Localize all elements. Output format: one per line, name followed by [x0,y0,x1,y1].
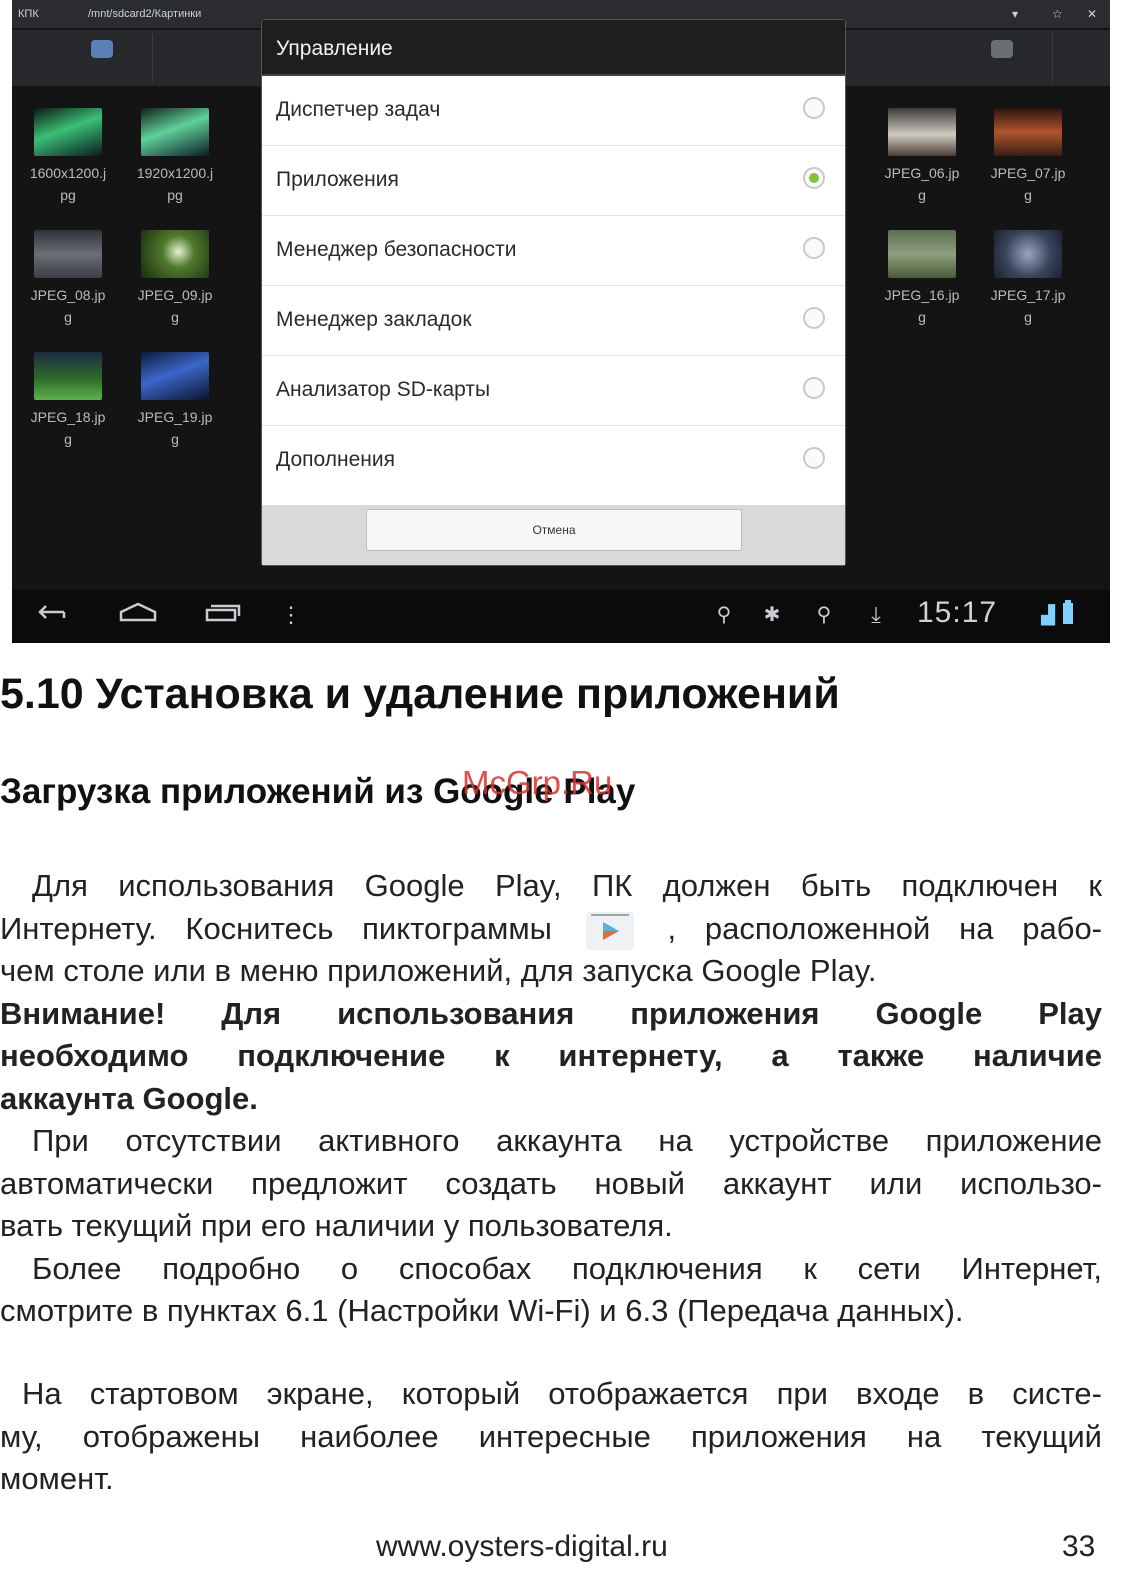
option-sd-analyzer[interactable]: Анализатор SD-карты [262,356,845,426]
option-label: Приложения [276,168,399,191]
close-icon[interactable]: ✕ [1087,0,1097,28]
battery-icon [1060,600,1076,634]
image-preview [994,108,1062,156]
dialog-title: Управление [262,20,845,76]
page-number: 33 [1062,1530,1096,1563]
file-name: JPEG_07.jp g [990,165,1066,203]
text-line: Более подробно о способах подключения к … [32,1250,1102,1286]
image-preview [34,108,102,156]
file-name: JPEG_09.jp g [137,287,213,325]
radio-button-selected[interactable] [803,167,825,189]
signal-icon: ▟ [1041,605,1055,625]
option-label: Менеджер безопасности [276,238,517,261]
more-button[interactable] [952,34,1053,82]
warning-line: аккаунта Google. [0,1080,258,1116]
android-debug-icon: ✱ [763,604,781,626]
section-heading: 5.10 Установка и удаление приложений [0,670,840,718]
dialog-footer: Отмена [262,505,845,565]
file-thumbnail[interactable]: 1920x1200.j pg [127,108,223,206]
dropdown-icon[interactable]: ▾ [1012,0,1018,28]
app-label[interactable]: КПК [18,0,39,28]
toolbar-button[interactable] [152,34,252,82]
option-label: Анализатор SD-карты [276,378,491,401]
file-thumbnail[interactable]: JPEG_16.jp g [874,230,970,328]
manage-dialog: Управление Диспетчер задач Приложения Ме… [262,20,845,565]
text-line-with-icon: Интернету. Коснитесь пиктограммы , распо… [0,908,1102,951]
radio-button[interactable] [803,307,825,329]
usb-icon: ⚲ [816,604,832,626]
file-name: JPEG_16.jp g [884,287,960,325]
file-name: JPEG_17.jp g [990,287,1066,325]
option-security-manager[interactable]: Менеджер безопасности [262,216,845,286]
file-name: JPEG_18.jp g [30,409,106,447]
text-fragment: , расположенной на рабо- [667,910,1103,946]
image-preview [141,352,209,400]
text-line: Для использования Google Play, ПК должен… [32,868,1102,903]
usb-icon: ⚲ [716,604,732,626]
google-play-icon [581,910,639,951]
text-line: вать текущий при его наличии у пользоват… [0,1208,673,1244]
warning-line: Внимание! Для использования приложения G… [0,995,1102,1031]
text-line: смотрите в пунктах 6.1 (Настройки Wi-Fi)… [0,1293,964,1329]
menu-icon[interactable]: ⋮ [280,600,302,630]
radio-button[interactable] [803,237,825,259]
menu-icon [991,40,1013,58]
file-thumbnail[interactable]: JPEG_18.jp g [20,352,116,450]
text-fragment: Интернету. Коснитесь пиктограммы [0,910,552,946]
option-label: Менеджер закладок [276,308,472,331]
option-label: Диспетчер задач [276,98,441,121]
text-line: При отсутствии активного аккаунта на уст… [32,1123,1102,1159]
text-line: момент. [0,1461,114,1496]
image-preview [141,108,209,156]
radio-button[interactable] [803,377,825,399]
watermark: McGrp.Ru [462,764,613,801]
favorites-icon [91,40,113,58]
warning-line: необходимо подключение к интернету, а та… [0,1038,1102,1074]
file-thumbnail[interactable]: JPEG_17.jp g [980,230,1076,328]
system-navigation-bar: ⋮ ⚲ ✱ ⚲ ⤓ 15:17 ▟ [12,590,1110,643]
image-preview [888,108,956,156]
option-label: Дополнения [276,448,395,471]
file-name: JPEG_19.jp g [137,409,213,447]
file-thumbnail[interactable]: JPEG_19.jp g [127,352,223,450]
device-screenshot: КПК /mnt/sdcard2/Картинки ▾ ☆ ✕ 1600x120… [12,0,1110,643]
file-thumbnail[interactable]: JPEG_07.jp g [980,108,1076,206]
text-line: На стартовом экране, который отображаетс… [22,1376,1102,1411]
file-thumbnail[interactable]: 1600x1200.j pg [20,108,116,206]
radio-button[interactable] [803,97,825,119]
file-thumbnail[interactable]: JPEG_09.jp g [127,230,223,328]
image-preview [994,230,1062,278]
file-thumbnail[interactable]: JPEG_06.jp g [874,108,970,206]
option-applications[interactable]: Приложения [262,146,845,216]
file-name: JPEG_08.jp g [30,287,106,325]
path-breadcrumb[interactable]: /mnt/sdcard2/Картинки [88,0,201,28]
file-name: JPEG_06.jp g [884,165,960,203]
status-time: 15:17 [917,596,998,629]
star-icon[interactable]: ☆ [1052,0,1063,28]
download-icon: ⤓ [871,602,881,627]
paragraph-start-screen: На стартовом экране, который отображаетс… [0,1373,1102,1501]
text-line: чем столе или в меню приложений, для зап… [0,953,877,989]
file-name: 1600x1200.j pg [29,165,107,203]
option-task-manager[interactable]: Диспетчер задач [262,76,845,146]
favorites-button[interactable] [52,34,153,82]
image-preview [141,230,209,278]
back-icon[interactable] [34,600,74,632]
home-icon[interactable] [116,600,160,632]
image-preview [34,352,102,400]
paragraph-google-play: Для использования Google Play, ПК должен… [0,865,1102,1333]
text-line: му, отображены наиболее интересные прило… [0,1418,1102,1454]
file-name: 1920x1200.j pg [136,165,214,203]
file-thumbnail[interactable]: JPEG_08.jp g [20,230,116,328]
cancel-button[interactable]: Отмена [366,509,742,551]
image-preview [34,230,102,278]
radio-button[interactable] [803,447,825,469]
recent-apps-icon[interactable] [202,600,242,632]
option-bookmark-manager[interactable]: Менеджер закладок [262,286,845,356]
image-preview [888,230,956,278]
footer-url: www.oysters-digital.ru [376,1530,668,1563]
text-line: автоматически предложит создать новый ак… [0,1165,1102,1201]
option-extras[interactable]: Дополнения [262,426,845,495]
